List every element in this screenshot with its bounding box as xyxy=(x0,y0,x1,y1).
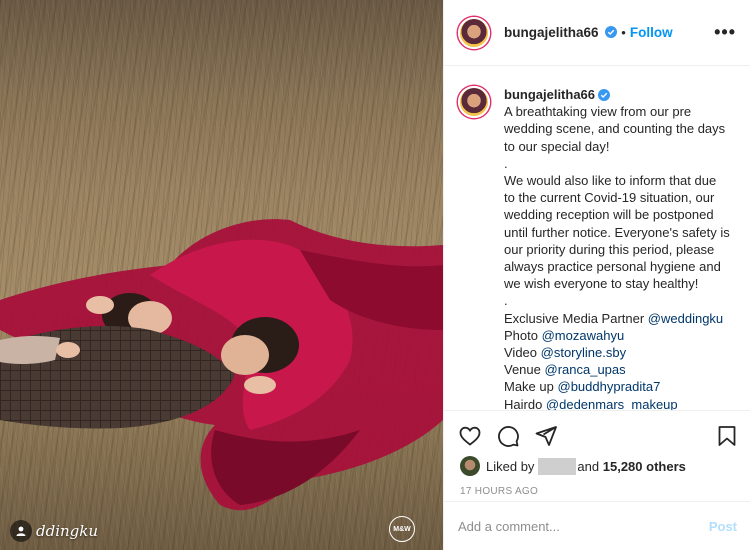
separator-dot: • xyxy=(621,25,626,40)
credit-line: Exclusive Media Partner @weddingku xyxy=(504,310,724,326)
comment-composer: Post xyxy=(444,501,750,550)
post-timestamp[interactable]: 17 HOURS AGO xyxy=(444,476,750,497)
follow-button[interactable]: Follow xyxy=(630,25,673,40)
heart-icon[interactable] xyxy=(458,424,482,448)
watermark-text: ddingku xyxy=(36,522,99,540)
caption-paragraph-1: A breathtaking view from our pre wedding… xyxy=(504,104,726,154)
photographer-logo: M&W xyxy=(389,516,415,542)
comment-input[interactable] xyxy=(458,519,709,534)
post-side-panel: bungajelitha66 • Follow ••• bungajelitha… xyxy=(443,0,750,550)
action-bar xyxy=(444,411,750,451)
likes-row: Liked by and 15,280 others xyxy=(444,451,750,476)
post-actions: Liked by and 15,280 others 17 HOURS AGO … xyxy=(444,410,750,550)
redacted-username xyxy=(538,457,577,475)
verified-icon xyxy=(598,88,611,101)
header-username-text[interactable]: bungajelitha66 xyxy=(504,25,599,40)
more-icon[interactable]: ••• xyxy=(714,22,736,43)
bookmark-icon[interactable] xyxy=(715,424,739,448)
post-header: bungajelitha66 • Follow ••• xyxy=(444,0,750,66)
liker-avatar[interactable] xyxy=(460,456,480,476)
mention-link[interactable]: @mozawahyu xyxy=(542,328,625,343)
caption-username-text[interactable]: bungajelitha66 xyxy=(504,86,595,103)
post-comment-button[interactable]: Post xyxy=(709,519,737,534)
credit-line: Photo @mozawahyu xyxy=(504,327,625,343)
liked-by-conjunction: and xyxy=(577,458,600,474)
liked-by-prefix: Liked by xyxy=(486,458,535,474)
credit-line: Make up @buddhypradita7 xyxy=(504,379,661,395)
credit-line: Video @storyline.sby xyxy=(504,345,627,361)
share-icon[interactable] xyxy=(534,424,558,448)
credit-line: Hairdo @dedenmars_makeup xyxy=(504,396,678,410)
header-username[interactable]: bungajelitha66 xyxy=(504,25,618,40)
mention-link[interactable]: @dedenmars_makeup xyxy=(546,397,678,410)
comment-icon[interactable] xyxy=(496,424,520,448)
couple-illustration xyxy=(0,219,443,511)
caption-avatar[interactable] xyxy=(458,86,490,118)
caption-paragraph-2: We would also like to inform that due to… xyxy=(504,173,730,292)
photo-watermark: ddingku xyxy=(10,520,98,542)
user-icon[interactable] xyxy=(10,520,32,542)
caption-dot-2: . xyxy=(504,293,508,309)
credit-line: Venue @ranca_upas xyxy=(504,362,626,378)
mention-link[interactable]: @weddingku xyxy=(648,311,723,326)
caption-credits: Exclusive Media Partner @weddingku Photo… xyxy=(504,310,730,410)
caption-row: bungajelitha66 A breathtaking view from … xyxy=(458,86,736,410)
likes-count[interactable]: 15,280 others xyxy=(603,459,686,474)
verified-icon xyxy=(605,26,618,38)
caption-dot-1: . xyxy=(504,155,508,171)
caption-username[interactable]: bungajelitha66 xyxy=(504,86,611,103)
mention-link[interactable]: @buddhypradita7 xyxy=(558,379,661,394)
mention-link[interactable]: @storyline.sby xyxy=(541,345,626,360)
post-photo[interactable]: ddingku M&W xyxy=(0,0,443,550)
avatar[interactable] xyxy=(458,16,490,49)
mention-link[interactable]: @ranca_upas xyxy=(545,362,626,377)
caption-text: bungajelitha66 A breathtaking view from … xyxy=(504,86,730,410)
caption-area: bungajelitha66 A breathtaking view from … xyxy=(444,66,750,410)
